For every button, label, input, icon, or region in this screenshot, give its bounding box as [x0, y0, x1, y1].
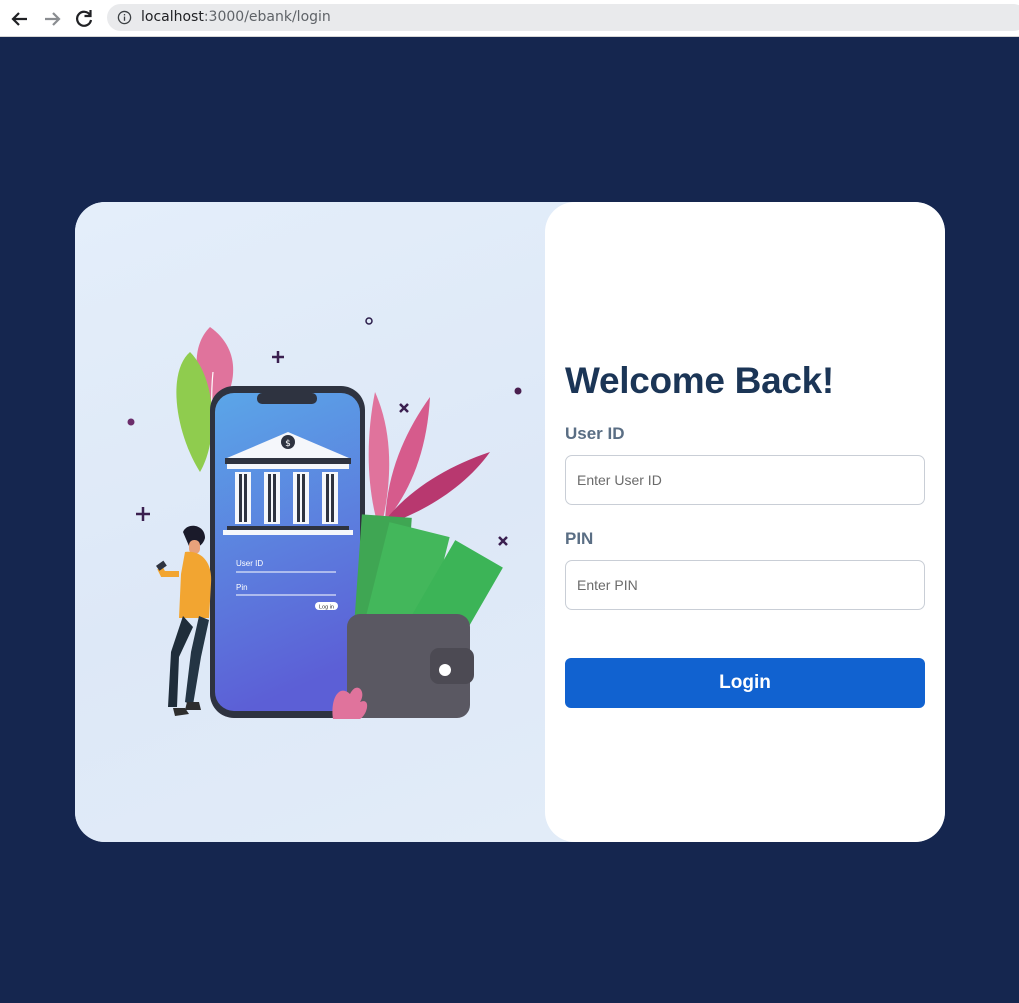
url-path: :3000/ebank/login	[203, 9, 331, 25]
info-icon[interactable]	[117, 10, 132, 25]
banking-illustration: $ User ID Pin Log in	[127, 317, 522, 719]
ring-decoration-icon	[365, 317, 373, 325]
plus-decoration-icon	[272, 351, 284, 363]
user-id-label: User ID	[565, 424, 625, 443]
login-button[interactable]: Login	[565, 658, 925, 708]
welcome-title: Welcome Back!	[565, 360, 834, 401]
pin-input[interactable]	[565, 560, 925, 610]
forward-arrow-icon[interactable]	[39, 6, 65, 32]
phone-pin-label: Pin	[236, 583, 248, 592]
url-text: localhost:3000/ebank/login	[141, 9, 331, 25]
phone-login-label: Log in	[319, 605, 334, 611]
back-arrow-icon[interactable]	[7, 6, 33, 32]
login-form-panel: Welcome Back! User ID PIN Login	[545, 202, 945, 842]
person-icon	[156, 525, 212, 716]
cross-decoration-icon	[399, 403, 409, 413]
pin-label: PIN	[565, 529, 594, 548]
phone-user-id-label: User ID	[236, 559, 263, 568]
plus-decoration-icon	[136, 507, 150, 521]
address-bar[interactable]: localhost:3000/ebank/login	[107, 4, 1019, 31]
login-card: $ User ID Pin Log in Welcome Back! User …	[75, 202, 945, 842]
cross-decoration-icon	[498, 536, 508, 546]
user-id-input[interactable]	[565, 455, 925, 505]
dot-decoration-icon	[514, 387, 522, 395]
browser-toolbar: localhost:3000/ebank/login	[0, 0, 1019, 37]
reload-icon[interactable]	[71, 6, 97, 32]
svg-text:$: $	[285, 439, 291, 449]
phone-icon: $ User ID Pin Log in	[210, 386, 365, 718]
url-host: localhost	[141, 9, 204, 25]
dot-decoration-icon	[127, 418, 135, 426]
illustration-panel: $ User ID Pin Log in	[75, 202, 565, 842]
